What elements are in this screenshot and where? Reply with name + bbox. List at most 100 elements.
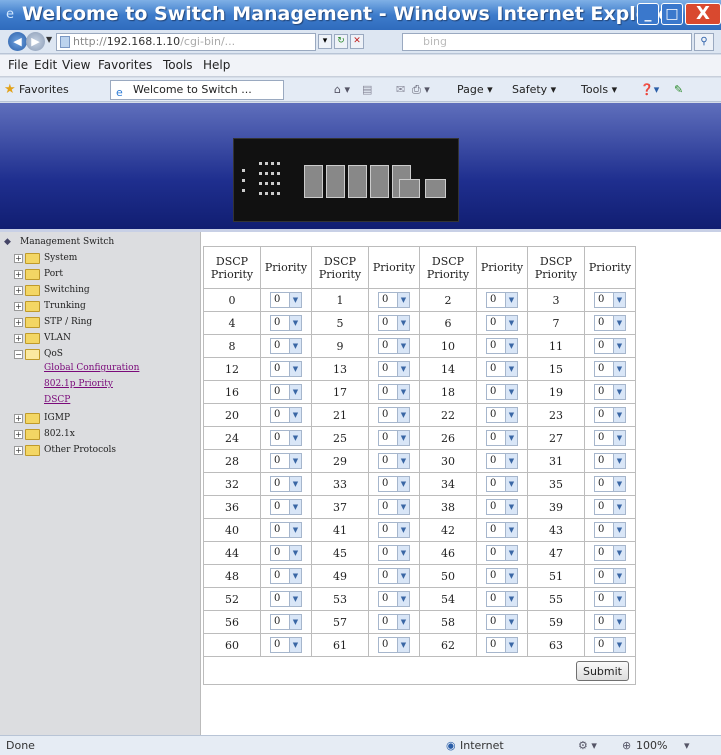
chevron-down-icon[interactable]: ▼: [397, 339, 409, 353]
expand-icon[interactable]: +: [14, 270, 23, 279]
minimize-button[interactable]: _: [637, 3, 659, 25]
chevron-down-icon[interactable]: ▼: [505, 454, 517, 468]
url-input[interactable]: http://192.168.1.10/cgi-bin/...: [56, 33, 316, 51]
chevron-down-icon[interactable]: ▼: [613, 293, 625, 307]
collapse-icon[interactable]: −: [14, 350, 23, 359]
priority-select[interactable]: 0 ▼: [378, 292, 410, 308]
chevron-down-icon[interactable]: ▼: [289, 408, 301, 422]
port-8[interactable]: [425, 179, 446, 198]
close-button[interactable]: X: [685, 3, 721, 25]
priority-select[interactable]: 0 ▼: [378, 338, 410, 354]
priority-select[interactable]: 0 ▼: [270, 591, 302, 607]
priority-select[interactable]: 0 ▼: [594, 407, 626, 423]
chevron-down-icon[interactable]: ▼: [289, 431, 301, 445]
priority-select[interactable]: 0 ▼: [270, 407, 302, 423]
priority-select[interactable]: 0 ▼: [594, 476, 626, 492]
chevron-down-icon[interactable]: ▼: [613, 477, 625, 491]
priority-select[interactable]: 0 ▼: [594, 522, 626, 538]
chevron-down-icon[interactable]: ▼: [289, 615, 301, 629]
chevron-down-icon[interactable]: ▼: [613, 454, 625, 468]
priority-select[interactable]: 0 ▼: [594, 637, 626, 653]
priority-select[interactable]: 0 ▼: [594, 545, 626, 561]
priority-select[interactable]: 0 ▼: [270, 522, 302, 538]
priority-select[interactable]: 0 ▼: [594, 499, 626, 515]
home-icon[interactable]: ⌂ ▾: [334, 83, 350, 96]
chevron-down-icon[interactable]: ▼: [397, 523, 409, 537]
sidebar-link-8021p-priority[interactable]: 802.1p Priority: [44, 379, 113, 389]
priority-select[interactable]: 0 ▼: [486, 499, 518, 515]
priority-select[interactable]: 0 ▼: [270, 430, 302, 446]
chevron-down-icon[interactable]: ▼: [613, 385, 625, 399]
chevron-down-icon[interactable]: ▼: [505, 339, 517, 353]
chevron-down-icon[interactable]: ▼: [613, 500, 625, 514]
priority-select[interactable]: 0 ▼: [378, 545, 410, 561]
title-bar[interactable]: e Welcome to Switch Management - Windows…: [0, 0, 721, 30]
menu-edit[interactable]: Edit: [34, 58, 57, 72]
priority-select[interactable]: 0 ▼: [486, 430, 518, 446]
chevron-down-icon[interactable]: ▼: [505, 362, 517, 376]
chevron-down-icon[interactable]: ▼: [397, 431, 409, 445]
history-dropdown-icon[interactable]: ▼: [46, 35, 52, 44]
sidebar-link-dscp[interactable]: DSCP: [44, 395, 70, 405]
priority-select[interactable]: 0 ▼: [486, 568, 518, 584]
priority-select[interactable]: 0 ▼: [594, 591, 626, 607]
expand-icon[interactable]: +: [14, 318, 23, 327]
expand-icon[interactable]: +: [14, 430, 23, 439]
safety-menu[interactable]: Safety ▾: [512, 83, 556, 96]
port-1[interactable]: [304, 165, 323, 198]
chevron-down-icon[interactable]: ▼: [613, 615, 625, 629]
port-3[interactable]: [348, 165, 367, 198]
chevron-down-icon[interactable]: ▼: [613, 523, 625, 537]
refresh-icon[interactable]: ↻: [334, 34, 348, 49]
menu-view[interactable]: View: [62, 58, 90, 72]
sidebar-link-global-configuration[interactable]: Global Configuration: [44, 363, 139, 373]
priority-select[interactable]: 0 ▼: [486, 361, 518, 377]
priority-select[interactable]: 0 ▼: [378, 568, 410, 584]
port-7[interactable]: [399, 179, 420, 198]
priority-select[interactable]: 0 ▼: [378, 384, 410, 400]
menu-file[interactable]: File: [8, 58, 28, 72]
stop-icon[interactable]: ✕: [350, 34, 364, 49]
priority-select[interactable]: 0 ▼: [378, 361, 410, 377]
tab-current[interactable]: e Welcome to Switch ...: [110, 80, 284, 100]
chevron-down-icon[interactable]: ▼: [289, 385, 301, 399]
favorites-button[interactable]: Favorites: [19, 83, 69, 96]
priority-select[interactable]: 0 ▼: [270, 384, 302, 400]
chevron-down-icon[interactable]: ▼: [289, 339, 301, 353]
priority-select[interactable]: 0 ▼: [486, 292, 518, 308]
chevron-down-icon[interactable]: ▼: [613, 316, 625, 330]
priority-select[interactable]: 0 ▼: [270, 361, 302, 377]
search-input[interactable]: bing: [402, 33, 692, 51]
priority-select[interactable]: 0 ▼: [378, 407, 410, 423]
chevron-down-icon[interactable]: ▼: [505, 477, 517, 491]
chevron-down-icon[interactable]: ▼: [397, 454, 409, 468]
priority-select[interactable]: 0 ▼: [486, 384, 518, 400]
expand-icon[interactable]: +: [14, 286, 23, 295]
priority-select[interactable]: 0 ▼: [378, 476, 410, 492]
expand-icon[interactable]: +: [14, 446, 23, 455]
priority-select[interactable]: 0 ▼: [594, 292, 626, 308]
priority-select[interactable]: 0 ▼: [486, 614, 518, 630]
feeds-icon[interactable]: ▤: [362, 83, 372, 96]
chevron-down-icon[interactable]: ▼: [397, 362, 409, 376]
priority-select[interactable]: 0 ▼: [270, 499, 302, 515]
page-menu[interactable]: Page ▾: [457, 83, 493, 96]
chevron-down-icon[interactable]: ▼: [397, 592, 409, 606]
menu-tools[interactable]: Tools: [163, 58, 193, 72]
chevron-down-icon[interactable]: ▼: [505, 592, 517, 606]
expand-icon[interactable]: +: [14, 302, 23, 311]
priority-select[interactable]: 0 ▼: [594, 384, 626, 400]
chevron-down-icon[interactable]: ▼: [613, 638, 625, 652]
chevron-down-icon[interactable]: ▼: [505, 316, 517, 330]
chevron-down-icon[interactable]: ▼: [505, 638, 517, 652]
chevron-down-icon[interactable]: ▼: [613, 362, 625, 376]
priority-select[interactable]: 0 ▼: [486, 476, 518, 492]
chevron-down-icon[interactable]: ▼: [613, 592, 625, 606]
chevron-down-icon[interactable]: ▼: [505, 385, 517, 399]
priority-select[interactable]: 0 ▼: [378, 637, 410, 653]
chevron-down-icon[interactable]: ▼: [289, 293, 301, 307]
chevron-down-icon[interactable]: ▼: [397, 500, 409, 514]
chevron-down-icon[interactable]: ▼: [505, 546, 517, 560]
chevron-down-icon[interactable]: ▼: [505, 293, 517, 307]
search-icon[interactable]: ⚲: [694, 33, 714, 51]
